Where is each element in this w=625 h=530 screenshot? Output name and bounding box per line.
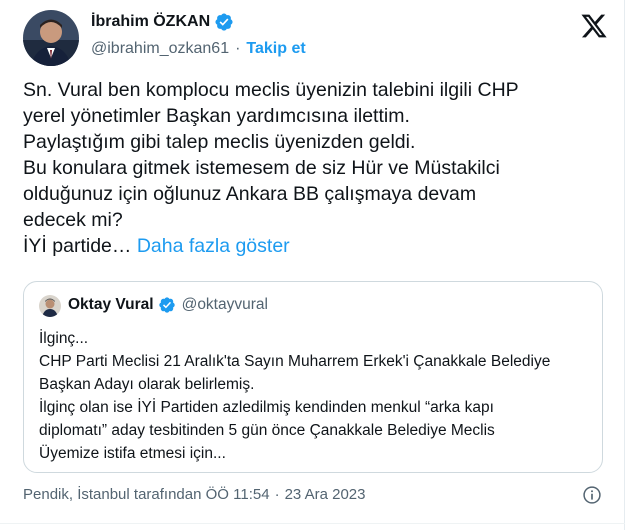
location-text: Pendik, İstanbul tarafından xyxy=(23,486,202,503)
tweet-line: edecek mi? xyxy=(23,209,123,231)
quoted-tweet[interactable]: Oktay Vural @oktayvural İlginç... CHP Pa… xyxy=(23,281,603,473)
tweet-line: Sn. Vural ben komplocu meclis üyenizin t… xyxy=(23,79,519,101)
divider xyxy=(0,523,625,524)
verified-badge-icon xyxy=(158,297,175,313)
info-icon[interactable] xyxy=(582,485,602,505)
tweet-line: yerel yönetimler Başkan yardımcısına ile… xyxy=(23,105,410,127)
author-avatar[interactable] xyxy=(23,10,79,66)
author-name-row: İbrahim ÖZKAN xyxy=(91,12,234,32)
show-more-link[interactable]: Daha fazla göster xyxy=(137,235,290,257)
quoted-author-name[interactable]: Oktay Vural xyxy=(68,296,154,314)
quoted-line: İlginç olan ise İYİ Partiden azledilmiş … xyxy=(39,399,494,416)
quoted-author-avatar[interactable] xyxy=(39,295,61,317)
separator-dot: · xyxy=(274,486,280,503)
tweet-truncated-text: İYİ partide… xyxy=(23,235,132,257)
tweet-text: Sn. Vural ben komplocu meclis üyenizin t… xyxy=(23,77,608,259)
tweet-last-line: İYİ partide… Daha fazla göster xyxy=(23,233,608,259)
separator-dot: · xyxy=(235,40,241,57)
quoted-line: diplomatı” aday tesbitinden 5 gün önce Ç… xyxy=(39,422,495,439)
verified-badge-icon xyxy=(215,13,233,31)
quoted-author-handle[interactable]: @oktayvural xyxy=(182,296,268,314)
tweet-line: Paylaştığım gibi talep meclis üyenizden … xyxy=(23,131,416,153)
quoted-line: İlginç... xyxy=(39,330,89,347)
x-logo-icon[interactable] xyxy=(580,12,608,40)
quoted-line: Başkan Adayı olarak belirlemiş. xyxy=(39,376,255,393)
author-handle[interactable]: @ibrahim_ozkan61 xyxy=(91,40,229,58)
quoted-tweet-text: İlginç... CHP Parti Meclisi 21 Aralık'ta… xyxy=(39,327,594,465)
follow-button[interactable]: Takip et xyxy=(246,40,305,58)
tweet-card: İbrahim ÖZKAN @ibrahim_ozkan61 · Takip e… xyxy=(0,0,625,530)
tweet-meta: Pendik, İstanbul tarafından ÖÖ 11:54 · 2… xyxy=(23,486,365,503)
tweet-line: olduğunuz için oğlunuz Ankara BB çalışma… xyxy=(23,183,477,205)
author-handle-row: @ibrahim_ozkan61 · Takip et xyxy=(91,40,306,58)
quoted-line: Üyemize istifa etmesi için... xyxy=(39,445,226,462)
timestamp-time[interactable]: ÖÖ 11:54 xyxy=(206,486,270,503)
quoted-line: CHP Parti Meclisi 21 Aralık'ta Sayın Muh… xyxy=(39,353,551,370)
author-name[interactable]: İbrahim ÖZKAN xyxy=(91,13,210,31)
quoted-author-row: Oktay Vural @oktayvural xyxy=(68,296,268,314)
timestamp-date[interactable]: 23 Ara 2023 xyxy=(285,486,366,503)
tweet-line: Bu konulara gitmek istemesem de siz Hür … xyxy=(23,157,500,179)
